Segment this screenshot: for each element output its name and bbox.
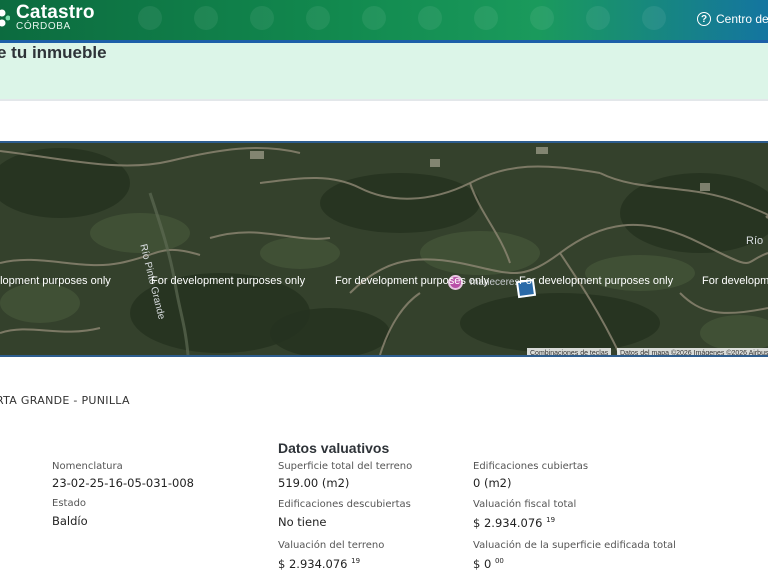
page-title: e tu inmueble bbox=[0, 43, 107, 62]
map-data-attribution[interactable]: Datos del mapa ©2026 Imágenes ©2026 Airb… bbox=[617, 348, 768, 355]
field-value-edif-descubiertas: No tiene bbox=[278, 515, 327, 529]
help-center-label: Centro de a bbox=[716, 12, 768, 26]
map-watermark: For development purposes only bbox=[151, 275, 306, 287]
map-watermark: For development purposes only bbox=[335, 275, 490, 287]
page-banner: e tu inmueble bbox=[0, 43, 768, 99]
banner-divider bbox=[0, 99, 768, 101]
map-watermark: elopment purposes only bbox=[0, 275, 111, 287]
field-value-valuacion-edificada: $ 0 00 bbox=[473, 557, 504, 571]
header-pattern bbox=[138, 6, 666, 30]
field-value-edif-cubiertas: 0 (m2) bbox=[473, 476, 512, 490]
field-value-nomenclatura: 23-02-25-16-05-031-008 bbox=[52, 476, 194, 490]
app-header: Catastro CÓRDOBA ? Centro de a bbox=[0, 0, 768, 40]
logo-icon[interactable] bbox=[0, 8, 10, 28]
keyboard-shortcuts-link[interactable]: Combinaciones de teclas bbox=[527, 348, 612, 355]
amount-integer: $ 0 bbox=[473, 557, 492, 571]
field-label-edif-cubiertas: Edificaciones cubiertas bbox=[473, 461, 589, 472]
field-value-valuacion-fiscal: $ 2.934.076 19 bbox=[473, 516, 555, 530]
help-circle-icon: ? bbox=[697, 12, 711, 26]
field-label-valuacion-edificada: Valuación de la superficie edificada tot… bbox=[473, 540, 676, 551]
field-label-valuacion-terreno: Valuación del terreno bbox=[278, 540, 385, 551]
amount-integer: $ 2.934.076 bbox=[278, 557, 348, 571]
amount-integer: $ 2.934.076 bbox=[473, 516, 543, 530]
property-location: RTA GRANDE - PUNILLA bbox=[0, 394, 130, 407]
field-label-valuacion-fiscal: Valuación fiscal total bbox=[473, 499, 577, 510]
map-watermark: For developm bbox=[702, 275, 768, 287]
field-label-nomenclatura: Nomenclatura bbox=[52, 461, 123, 472]
map-watermark: For development purposes only bbox=[519, 275, 674, 287]
brand-subtitle: CÓRDOBA bbox=[16, 21, 71, 32]
field-value-superficie: 519.00 (m2) bbox=[278, 476, 350, 490]
field-label-superficie: Superficie total del terreno bbox=[278, 461, 413, 472]
amount-cents: 00 bbox=[494, 557, 504, 565]
satellite-map[interactable]: Río Pinto Grande Río maneceres elopment … bbox=[0, 141, 768, 357]
amount-cents: 19 bbox=[546, 516, 556, 524]
field-value-valuacion-terreno: $ 2.934.076 19 bbox=[278, 557, 360, 571]
section-title-valuation: Datos valuativos bbox=[278, 440, 390, 456]
field-label-edif-descubiertas: Edificaciones descubiertas bbox=[278, 499, 411, 510]
amount-cents: 19 bbox=[351, 557, 361, 565]
help-center-link[interactable]: ? Centro de a bbox=[697, 10, 768, 28]
field-value-estado: Baldío bbox=[52, 514, 88, 528]
map-terrain bbox=[0, 143, 768, 355]
map-label-river-right: Río bbox=[746, 235, 764, 247]
field-label-estado: Estado bbox=[52, 498, 87, 509]
